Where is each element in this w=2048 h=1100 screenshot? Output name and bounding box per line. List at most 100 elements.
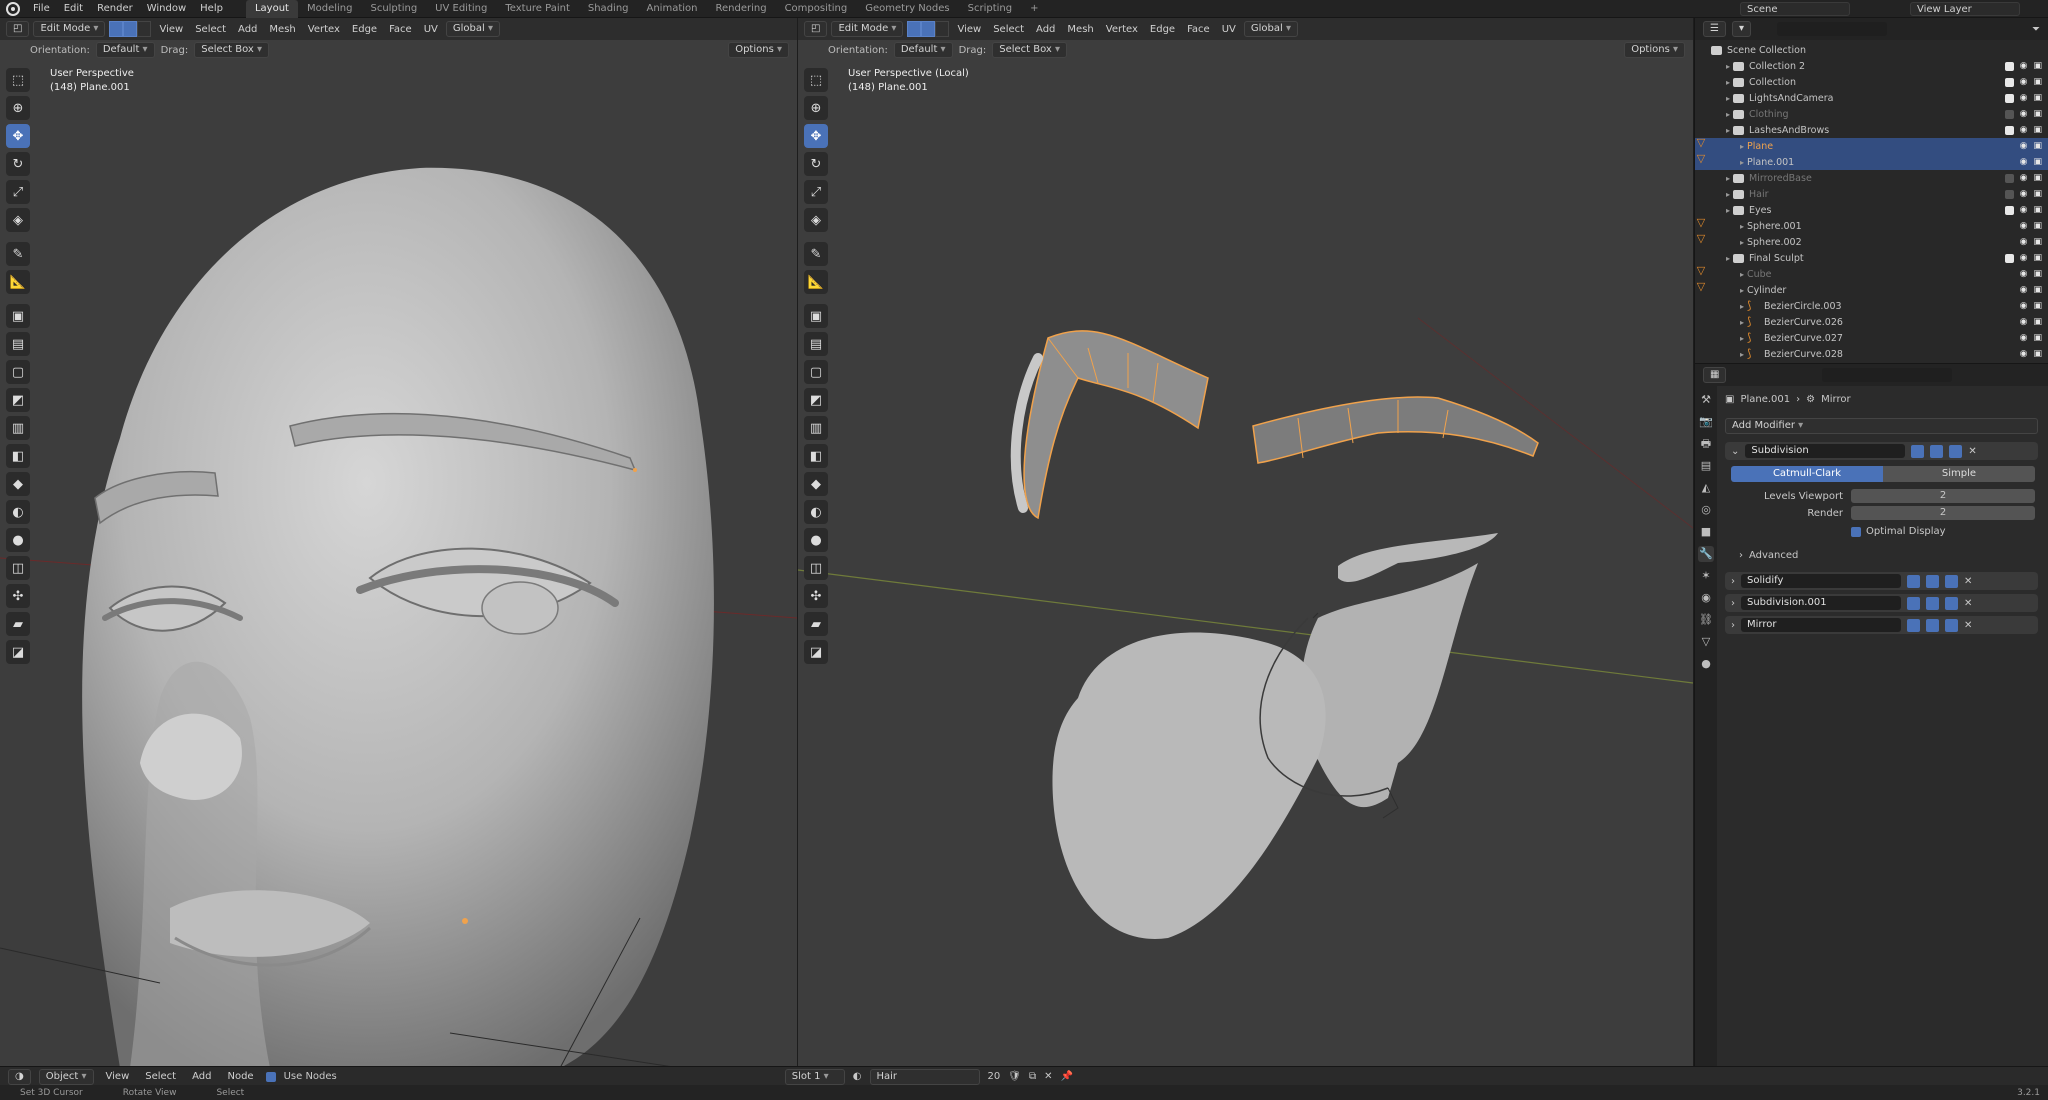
poly-build-tool-icon[interactable]: ◆	[6, 472, 30, 496]
vp-menu[interactable]: Mesh	[265, 24, 299, 35]
chevron-down-icon[interactable]: ⌄	[1731, 446, 1739, 457]
outliner-item[interactable]: ▸ Eyes ◉ ▣	[1695, 202, 2048, 218]
shear-tool-icon[interactable]: ▰	[6, 612, 30, 636]
chevron-right-icon[interactable]: ›	[1731, 620, 1735, 631]
levels-viewport-field[interactable]: 2	[1851, 489, 2035, 503]
eye-icon[interactable]: ◉	[2020, 333, 2028, 343]
render-toggle-icon[interactable]	[1949, 444, 1963, 458]
pin-icon[interactable]: 📌	[1060, 1071, 1072, 1082]
material-tab-icon[interactable]: ●	[1698, 656, 1714, 672]
outliner-item[interactable]: ▸ ▽ Sphere.001 ◉ ▣	[1695, 217, 2048, 234]
workspace-tab[interactable]: Geometry Nodes	[856, 0, 958, 18]
modifier-name-field[interactable]: Subdivision	[1745, 444, 1906, 458]
outliner-item[interactable]: ▸ ▽ Sphere.002 ◉ ▣	[1695, 233, 2048, 250]
expand-arrow-icon[interactable]: ▸	[1737, 286, 1747, 295]
render-toggle-icon[interactable]	[1945, 596, 1958, 610]
eye-icon[interactable]: ◉	[2020, 77, 2028, 87]
vp-menu[interactable]: Add	[1032, 24, 1059, 35]
camera-icon[interactable]: ▣	[2033, 189, 2042, 199]
drag-selector[interactable]: Select Box	[194, 42, 270, 58]
camera-icon[interactable]: ▣	[2033, 237, 2042, 247]
expand-arrow-icon[interactable]: ▸	[1737, 222, 1747, 231]
unlink-material-icon[interactable]: ✕	[1044, 1071, 1052, 1082]
node-menu[interactable]: Node	[223, 1071, 257, 1082]
poly-build-tool-icon[interactable]: ◆	[804, 472, 828, 496]
viewport-right[interactable]: ◰ Edit Mode View Select Add Mesh Vertex …	[798, 18, 1693, 1068]
exclude-checkbox[interactable]	[2004, 77, 2014, 87]
tool-tab-icon[interactable]: ⚒	[1698, 392, 1714, 408]
exclude-checkbox[interactable]	[2004, 205, 2014, 215]
transform-orientation-selector[interactable]: Global	[1243, 21, 1298, 37]
outliner-item[interactable]: ▸ LightsAndCamera ◉ ▣	[1695, 90, 2048, 106]
drag-selector[interactable]: Select Box	[992, 42, 1068, 58]
vp-menu[interactable]: Mesh	[1063, 24, 1097, 35]
node-menu[interactable]: View	[102, 1071, 134, 1082]
render-tab-icon[interactable]: 📷	[1698, 414, 1714, 430]
eye-icon[interactable]: ◉	[2020, 237, 2028, 247]
eye-icon[interactable]: ◉	[2020, 93, 2028, 103]
close-icon[interactable]: ✕	[1968, 446, 1976, 457]
rip-tool-icon[interactable]: ◪	[6, 640, 30, 664]
shrink-fatten-tool-icon[interactable]: ✣	[6, 584, 30, 608]
eye-icon[interactable]: ◉	[2020, 109, 2028, 119]
annotate-tool-icon[interactable]: ✎	[6, 242, 30, 266]
inset-tool-icon[interactable]: ▢	[804, 360, 828, 384]
eye-icon[interactable]: ◉	[2020, 205, 2028, 215]
vp-menu[interactable]: Edge	[1146, 24, 1179, 35]
select-box-tool-icon[interactable]: ⬚	[6, 68, 30, 92]
shear-tool-icon[interactable]: ▰	[804, 612, 828, 636]
close-icon[interactable]: ✕	[1964, 576, 1972, 587]
outliner-item[interactable]: ▸ MirroredBase ◉ ▣	[1695, 170, 2048, 186]
options-button[interactable]: Options	[1624, 42, 1685, 58]
viewport-toggle-icon[interactable]	[1926, 596, 1939, 610]
expand-arrow-icon[interactable]: ▸	[1723, 174, 1733, 183]
exclude-checkbox[interactable]	[2004, 109, 2014, 119]
workspace-tab[interactable]: Animation	[638, 0, 707, 18]
expand-arrow-icon[interactable]: ▸	[1723, 78, 1733, 87]
render-toggle-icon[interactable]	[1945, 618, 1958, 632]
edit-mode-toggle-icon[interactable]	[1907, 596, 1920, 610]
vp-menu[interactable]: Vertex	[304, 24, 344, 35]
camera-icon[interactable]: ▣	[2033, 93, 2042, 103]
eye-icon[interactable]: ◉	[2020, 301, 2028, 311]
eye-icon[interactable]: ◉	[2020, 173, 2028, 183]
outliner-item[interactable]: ▸ LashesAndBrows ◉ ▣	[1695, 122, 2048, 138]
optimal-display-checkbox[interactable]	[1851, 526, 1861, 537]
camera-icon[interactable]: ▣	[2033, 109, 2042, 119]
rip-tool-icon[interactable]: ◪	[804, 640, 828, 664]
modifier-tab-icon[interactable]: 🔧	[1698, 546, 1714, 562]
workspace-tab[interactable]: Modeling	[298, 0, 362, 18]
output-tab-icon[interactable]: 🖶	[1698, 436, 1714, 452]
expand-arrow-icon[interactable]: ▸	[1737, 334, 1747, 343]
menu-item[interactable]: Edit	[57, 0, 90, 18]
mode-selector[interactable]: Edit Mode	[831, 21, 904, 37]
render-toggle-icon[interactable]	[1945, 574, 1958, 588]
rotate-tool-icon[interactable]: ↻	[804, 152, 828, 176]
edit-mode-toggle-icon[interactable]	[1907, 574, 1920, 588]
expand-arrow-icon[interactable]: ▸	[1723, 190, 1733, 199]
mode-selector[interactable]: Edit Mode	[33, 21, 106, 37]
display-mode-button[interactable]: ▾	[1731, 21, 1751, 37]
eye-icon[interactable]: ◉	[2020, 157, 2028, 167]
cursor-tool-icon[interactable]: ⊕	[804, 96, 828, 120]
loop-cut-tool-icon[interactable]: ▥	[6, 416, 30, 440]
select-box-tool-icon[interactable]: ⬚	[804, 68, 828, 92]
spin-tool-icon[interactable]: ◐	[804, 500, 828, 524]
expand-arrow-icon[interactable]: ▸	[1723, 62, 1733, 71]
node-menu[interactable]: Add	[188, 1071, 215, 1082]
outliner-item[interactable]: ▸ ▽ Cylinder ◉ ▣	[1695, 281, 2048, 298]
eye-icon[interactable]: ◉	[2020, 317, 2028, 327]
edge-slide-tool-icon[interactable]: ◫	[804, 556, 828, 580]
scene-tab-icon[interactable]: ◭	[1698, 480, 1714, 496]
vp-menu[interactable]: Face	[385, 24, 416, 35]
workspace-tab[interactable]: Shading	[579, 0, 638, 18]
expand-arrow-icon[interactable]: ▸	[1737, 350, 1747, 359]
world-tab-icon[interactable]: ◎	[1698, 502, 1714, 518]
select-mode-toggle[interactable]	[109, 21, 152, 37]
menu-item[interactable]: Window	[140, 0, 193, 18]
scene-collection-row[interactable]: Scene Collection	[1695, 42, 2048, 58]
modifier-panel[interactable]: › Mirror ✕	[1725, 616, 2038, 634]
knife-tool-icon[interactable]: ◧	[6, 444, 30, 468]
transform-tool-icon[interactable]: ◈	[6, 208, 30, 232]
vp-menu[interactable]: Select	[989, 24, 1028, 35]
